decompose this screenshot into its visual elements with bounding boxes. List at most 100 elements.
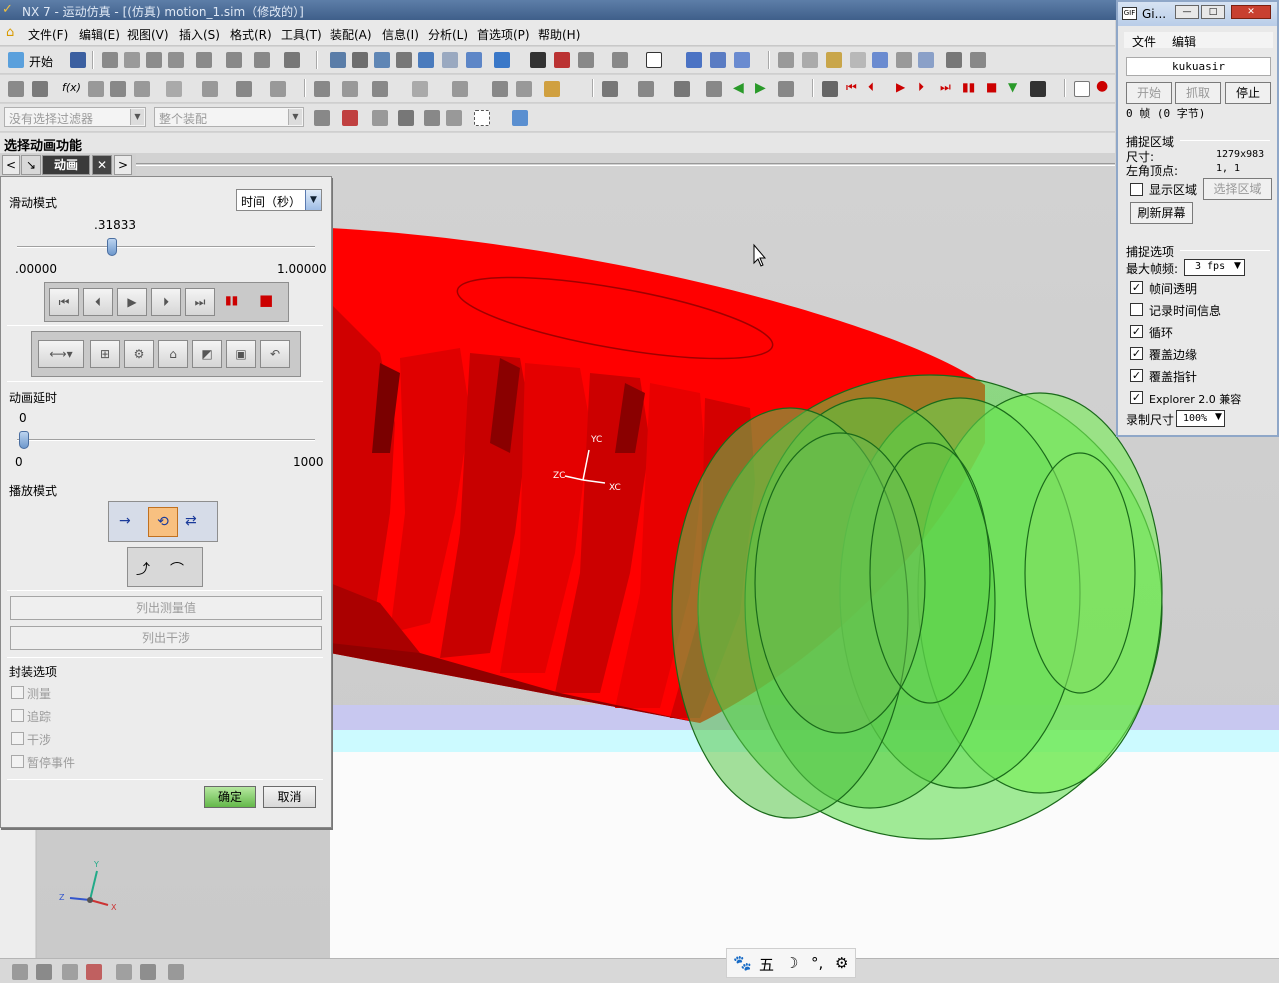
menu-insert[interactable]: 插入(S)	[179, 26, 220, 43]
solver-icon[interactable]	[452, 81, 468, 97]
lighting-icon[interactable]	[612, 52, 628, 68]
packaging-icon[interactable]	[492, 81, 508, 97]
snap-center-icon[interactable]	[896, 52, 912, 68]
menu-format[interactable]: 格式(R)	[230, 26, 272, 43]
rectangle-select-icon[interactable]	[474, 110, 490, 126]
tab-close-icon[interactable]: ✕	[92, 155, 112, 175]
pause-button[interactable]: ▮▮	[225, 293, 238, 307]
play-once-button[interactable]: →	[119, 513, 131, 529]
first-frame-button[interactable]: ⏮	[49, 288, 79, 316]
anim-play-icon[interactable]: ▶	[896, 80, 905, 94]
gif-explorer-checkbox[interactable]: ✓	[1130, 391, 1143, 404]
status-select-icon[interactable]	[12, 964, 28, 980]
type-filter-combo[interactable]: 没有选择过滤器 ▼	[4, 107, 146, 127]
graph-icon[interactable]	[516, 81, 532, 97]
anim-last-icon[interactable]: ⏭	[940, 80, 951, 95]
time-slider-thumb[interactable]	[106, 238, 117, 256]
measure-angle-icon[interactable]	[970, 52, 986, 68]
edge-display-icon[interactable]	[554, 52, 570, 68]
copy-display-icon[interactable]	[254, 52, 270, 68]
animation-icon[interactable]	[544, 81, 560, 97]
app-menu-icon[interactable]: ⌂	[6, 25, 14, 40]
status-constraint-icon[interactable]	[86, 964, 102, 980]
view-orientation-icon[interactable]	[494, 52, 510, 68]
start-button[interactable]: 开始	[29, 53, 53, 70]
ping-pong-button[interactable]: ⇄	[185, 513, 197, 529]
status-component-icon[interactable]	[116, 964, 132, 980]
gif-stop-button[interactable]: 停止	[1225, 82, 1271, 104]
step-forward-icon[interactable]: ▶	[755, 80, 766, 96]
gif-select-area-button[interactable]: 选择区域	[1203, 178, 1272, 200]
measure-checkbox[interactable]	[11, 686, 24, 699]
punctuation-icon[interactable]: °,	[811, 954, 823, 972]
render-style-icon[interactable]	[530, 52, 546, 68]
gear-coupling-icon[interactable]	[314, 81, 330, 97]
gif-start-button[interactable]: 开始	[1126, 82, 1172, 104]
menu-edit[interactable]: 编辑(E)	[79, 26, 120, 43]
motion-body-icon[interactable]	[8, 81, 24, 97]
trace-checkbox[interactable]	[11, 709, 24, 722]
layer-icon[interactable]	[686, 52, 702, 68]
mechanism-icon[interactable]	[638, 81, 654, 97]
snap-plane-icon[interactable]	[342, 110, 358, 126]
anim-pause-icon[interactable]: ▮▮	[962, 80, 975, 94]
loop-button[interactable]: ⟲	[148, 507, 178, 537]
spring-icon[interactable]	[88, 81, 104, 97]
record-icon[interactable]: ●	[1096, 78, 1108, 94]
snap-point-icon[interactable]	[826, 52, 842, 68]
ime-mode[interactable]: 五	[759, 954, 774, 975]
page-icon[interactable]	[1074, 81, 1090, 97]
binoculars-icon[interactable]	[284, 52, 300, 68]
gif-fps-select[interactable]: 3 fps ▼	[1184, 259, 1245, 276]
marker-icon[interactable]	[202, 81, 218, 97]
wcs-orient-icon[interactable]	[734, 52, 750, 68]
anim-stop-icon[interactable]	[822, 81, 838, 97]
last-frame-button[interactable]: ⏭	[185, 288, 215, 316]
delay-slider-thumb[interactable]	[19, 431, 29, 449]
snap-quadrant-icon[interactable]	[918, 52, 934, 68]
gif-grab-button[interactable]: 抓取	[1175, 82, 1221, 104]
shaded-icon[interactable]	[578, 52, 594, 68]
menu-tools[interactable]: 工具(T)	[281, 26, 322, 43]
measure-button[interactable]: ▣	[226, 340, 256, 368]
trace-all-button[interactable]: ⌂	[158, 340, 188, 368]
tab-pin-icon[interactable]: ↘	[21, 155, 41, 175]
interference-button[interactable]: ◩	[192, 340, 222, 368]
constraint-icon[interactable]	[412, 81, 428, 97]
anim-next-icon[interactable]: ⏵	[918, 80, 924, 95]
close-button[interactable]: ✕	[1231, 5, 1271, 19]
anim-first-icon[interactable]: ⏮	[846, 80, 857, 95]
zoom-window-icon[interactable]	[374, 52, 390, 68]
trace-button[interactable]: ⊞	[90, 340, 120, 368]
list-measure-button[interactable]: 列出测量值	[10, 596, 322, 620]
reset-icon[interactable]	[778, 81, 794, 97]
copy-icon[interactable]	[124, 52, 140, 68]
measure-distance-icon[interactable]	[946, 52, 962, 68]
fit-icon[interactable]	[330, 52, 346, 68]
select-feature-icon[interactable]	[446, 110, 462, 126]
gif-border-checkbox[interactable]: ✓	[1130, 347, 1143, 360]
snap-grid-icon[interactable]	[802, 52, 818, 68]
path-reverse-button[interactable]: ⌒	[170, 559, 184, 579]
function-icon[interactable]: f(x)	[62, 81, 81, 94]
solution-icon[interactable]	[602, 81, 618, 97]
export-icon[interactable]	[706, 81, 722, 97]
moon-icon[interactable]: ☽	[785, 954, 798, 972]
load-icon[interactable]	[674, 81, 690, 97]
select-face-icon[interactable]	[398, 110, 414, 126]
bushing-icon[interactable]	[134, 81, 150, 97]
gif-refresh-button[interactable]: 刷新屏幕	[1130, 202, 1193, 224]
gif-rec-size-select[interactable]: 100% ▼	[1176, 410, 1225, 427]
pan-icon[interactable]	[442, 52, 458, 68]
status-wrench-icon[interactable]	[36, 964, 52, 980]
gif-transparent-checkbox[interactable]: ✓	[1130, 281, 1143, 294]
next-frame-button[interactable]: ⏵	[151, 288, 181, 316]
flag-icon[interactable]	[1030, 81, 1046, 97]
path-forward-button[interactable]: ⤴	[136, 559, 150, 579]
paw-icon[interactable]: 🐾	[733, 954, 752, 972]
save-icon[interactable]	[70, 52, 86, 68]
reset-tracking-button[interactable]: ↶	[260, 340, 290, 368]
select-body-icon[interactable]	[424, 110, 440, 126]
repeat-icon[interactable]	[226, 52, 242, 68]
gif-cursor-checkbox[interactable]: ✓	[1130, 369, 1143, 382]
